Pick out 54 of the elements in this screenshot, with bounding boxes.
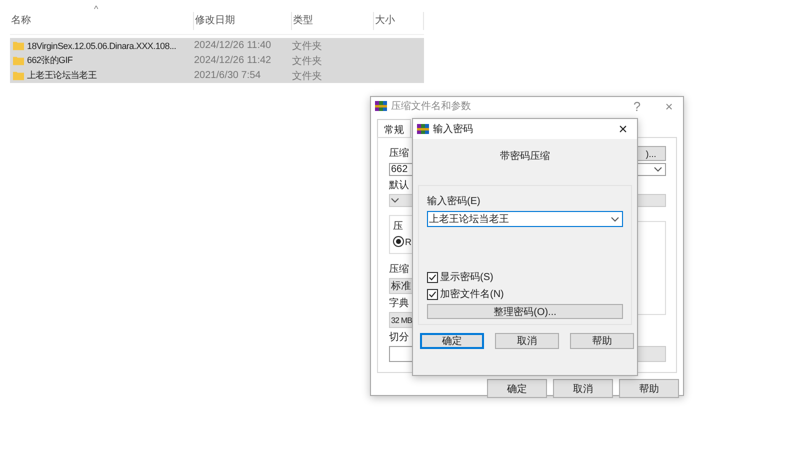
field-label: 输入密码(E) (427, 194, 480, 208)
folder-icon (13, 70, 24, 81)
modified-date: 2021/6/30 7:54 (194, 70, 262, 81)
checkbox[interactable] (427, 288, 438, 300)
help-button[interactable]: ? (623, 97, 651, 115)
field-label: 默认 (389, 179, 409, 192)
file-row[interactable]: 662张的GIF 2024/12/26 11:42 文件夹 (10, 53, 424, 68)
group-label: 压 (393, 220, 403, 233)
checkbox-label: 加密文件名(N) (440, 288, 504, 301)
sort-caret: ^ (94, 4, 98, 14)
window-title: 压缩文件名和参数 (391, 100, 471, 113)
dialog-button[interactable]: 确定 (420, 333, 484, 349)
chevron-down-icon (611, 216, 619, 222)
file-name: 上老王论坛当老王 (27, 69, 97, 82)
file-row[interactable]: 18VirginSex.12.05.06.Dinara.XXX.108... 2024/12/26 11:40 文件夹 (10, 38, 424, 53)
radio-label: R (405, 236, 412, 246)
close-button[interactable]: × (609, 120, 637, 138)
chevron-down-icon (654, 167, 662, 172)
checkbox-label: 显示密码(S) (440, 270, 494, 284)
dialog-button[interactable]: 帮助 (570, 333, 634, 349)
file-type: 文件夹 (292, 54, 323, 68)
folder-icon (13, 55, 24, 66)
field-label: 切分 (389, 330, 409, 344)
checkbox[interactable] (427, 272, 438, 282)
column-header[interactable]: 名称 (10, 12, 194, 30)
archive-books-icon (375, 100, 387, 112)
radio-button[interactable] (393, 236, 404, 247)
file-type: 文件夹 (292, 70, 323, 82)
organize-passwords-button[interactable]: 整理密码(O)... (427, 304, 623, 319)
password-field[interactable]: 上老王论坛当老王 (427, 211, 623, 227)
column-header[interactable]: 大小 (374, 12, 424, 30)
field-label: 压缩 (389, 146, 409, 160)
field-label: 字典 (389, 296, 409, 310)
modified-date: 2024/12/26 11:42 (194, 55, 272, 66)
archive-books-icon (417, 123, 429, 135)
chevron-down-icon (391, 198, 399, 203)
dialog-button[interactable]: 确定 (487, 379, 547, 398)
file-type: 文件夹 (292, 40, 323, 52)
dialog-button[interactable]: 取消 (553, 379, 613, 398)
file-row[interactable]: 上老王论坛当老王 2021/6/30 7:54 文件夹 (10, 68, 424, 83)
field-label: 压缩 (389, 262, 409, 276)
modified-date: 2024/12/26 11:40 (194, 40, 272, 51)
dialog-button[interactable]: 取消 (495, 333, 559, 349)
browse-button[interactable]: )... (636, 146, 666, 161)
close-button[interactable]: × (655, 97, 683, 115)
file-name: 662张的GIF (27, 54, 73, 67)
dialog-heading: 带密码压缩 (499, 150, 551, 163)
tab[interactable]: 常规 (377, 119, 411, 137)
folder-icon (13, 40, 24, 51)
file-name: 18VirginSex.12.05.06.Dinara.XXX.108... (27, 40, 176, 50)
window-title: 输入密码 (433, 122, 473, 136)
dialog-button[interactable]: 帮助 (619, 379, 679, 398)
column-header[interactable]: 类型 (292, 12, 374, 30)
column-header[interactable]: 修改日期 (194, 12, 292, 30)
